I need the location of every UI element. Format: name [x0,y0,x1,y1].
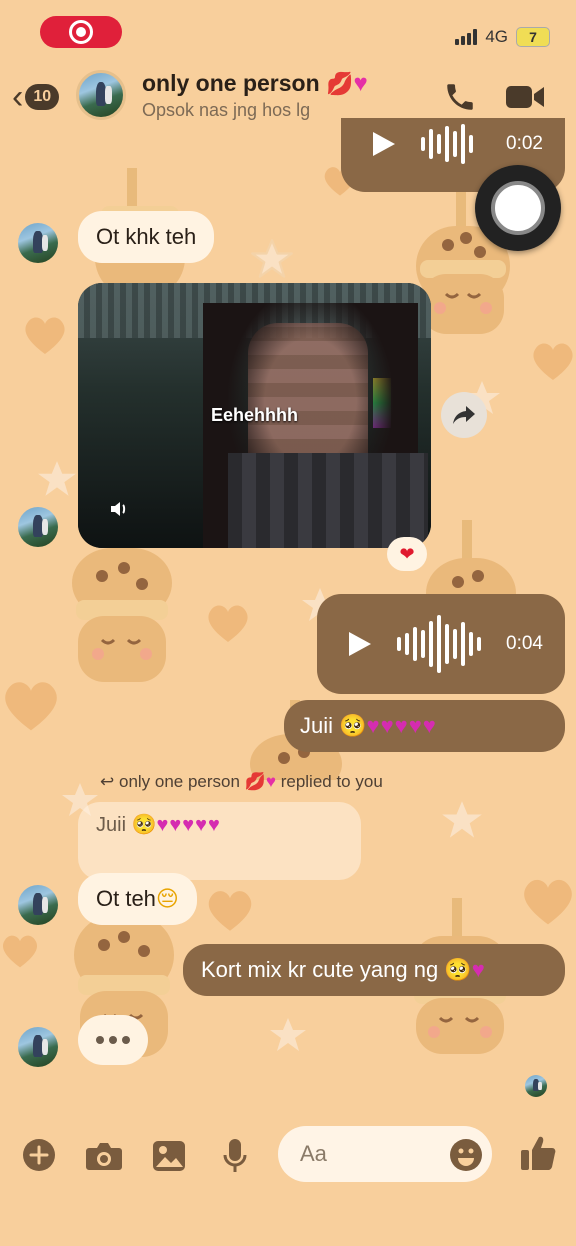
audio-duration: 0:04 [506,633,543,654]
wallpaper-heart [2,935,38,968]
pleading-emoji: 🥺 [339,713,367,738]
video-caption: Eehehhhh [210,405,298,425]
sent-message[interactable]: Juii 🥺♥♥♥♥♥ [284,700,565,752]
wallpaper-heart [25,317,65,354]
screen-recording-indicator[interactable] [40,16,122,48]
share-icon [453,406,475,424]
video-call-icon[interactable] [505,82,545,112]
status-bar-right: 4G 7 [455,26,550,48]
audio-duration: 0:02 [506,133,543,154]
contact-avatar[interactable] [76,70,126,120]
video-message[interactable]: Eehehhhh [78,283,431,548]
quoted-text: Juii [96,814,127,836]
read-receipt-avatar [525,1075,547,1097]
wallpaper-heart [533,343,573,380]
message-text: Kort mix kr cute yang ng [201,957,439,982]
wallpaper-star [270,1018,306,1051]
sender-avatar[interactable] [18,885,58,925]
wallpaper-star [38,461,76,496]
message-composer: Aa [0,1110,576,1246]
network-type: 4G [485,27,508,46]
battery-icon: 7 [516,27,550,47]
gallery-icon[interactable] [152,1140,186,1172]
pleading-emoji: 🥺 [444,957,472,982]
message-text: Ot teh [96,886,156,911]
wallpaper-heart [5,682,57,731]
heart-emoji: ♥ [353,70,368,97]
speaker-icon[interactable] [108,497,132,521]
heart-emojis: ♥♥♥♥♥ [366,713,437,738]
chat-title[interactable]: only one person 💋♥ [142,70,368,98]
sent-audio-message[interactable]: 0:04 [317,594,565,694]
microphone-icon[interactable] [222,1138,248,1174]
plus-icon[interactable] [22,1138,56,1172]
reply-label: ↩ only one person 💋♥ replied to you [100,772,383,791]
play-icon[interactable] [349,632,371,656]
wallpaper-star [442,801,482,838]
sender-avatar[interactable] [18,507,58,547]
received-message[interactable]: Ot khk teh [78,211,215,263]
reply-label-suffix: replied to you [280,772,383,791]
sender-avatar[interactable] [18,1027,58,1067]
reply-icon: ↩ [100,772,115,791]
phone-icon[interactable] [443,80,477,114]
camera-icon[interactable] [85,1140,123,1172]
back-button[interactable]: ‹ 10 [12,80,68,114]
audio-waveform [421,124,473,164]
thumbs-up-icon[interactable] [520,1134,556,1172]
heart-reaction[interactable]: ❤ [387,537,427,571]
play-icon[interactable] [373,132,395,156]
audio-waveform [397,615,481,673]
emoji-icon[interactable] [449,1138,483,1172]
sender-avatar[interactable] [18,223,58,263]
wallpaper-heart [524,879,572,925]
wallpaper-heart [208,605,248,642]
wallpaper-boba [72,548,172,682]
chat-subtitle: Opsok nas jng hos lg [142,100,311,120]
wallpaper-star [251,239,293,278]
received-message[interactable]: Ot teh😔 [78,873,197,925]
chat-title-text: only one person [142,70,320,96]
message-text: Juii [300,713,334,738]
floating-record-button[interactable] [475,165,561,251]
lips-emoji: 💋 [326,71,354,96]
typing-indicator [78,1015,148,1065]
signal-icon [455,29,478,45]
unread-count-badge: 10 [25,84,60,110]
pensive-emoji: 😔 [155,886,179,911]
quoted-message[interactable]: Juii 🥺♥♥♥♥♥ [78,802,361,880]
share-button[interactable] [441,392,487,438]
wallpaper-heart [208,891,252,931]
sent-message[interactable]: Kort mix kr cute yang ng 🥺♥ [183,944,565,996]
back-icon: ‹ [12,78,24,116]
reply-label-prefix: only one person [118,772,240,791]
